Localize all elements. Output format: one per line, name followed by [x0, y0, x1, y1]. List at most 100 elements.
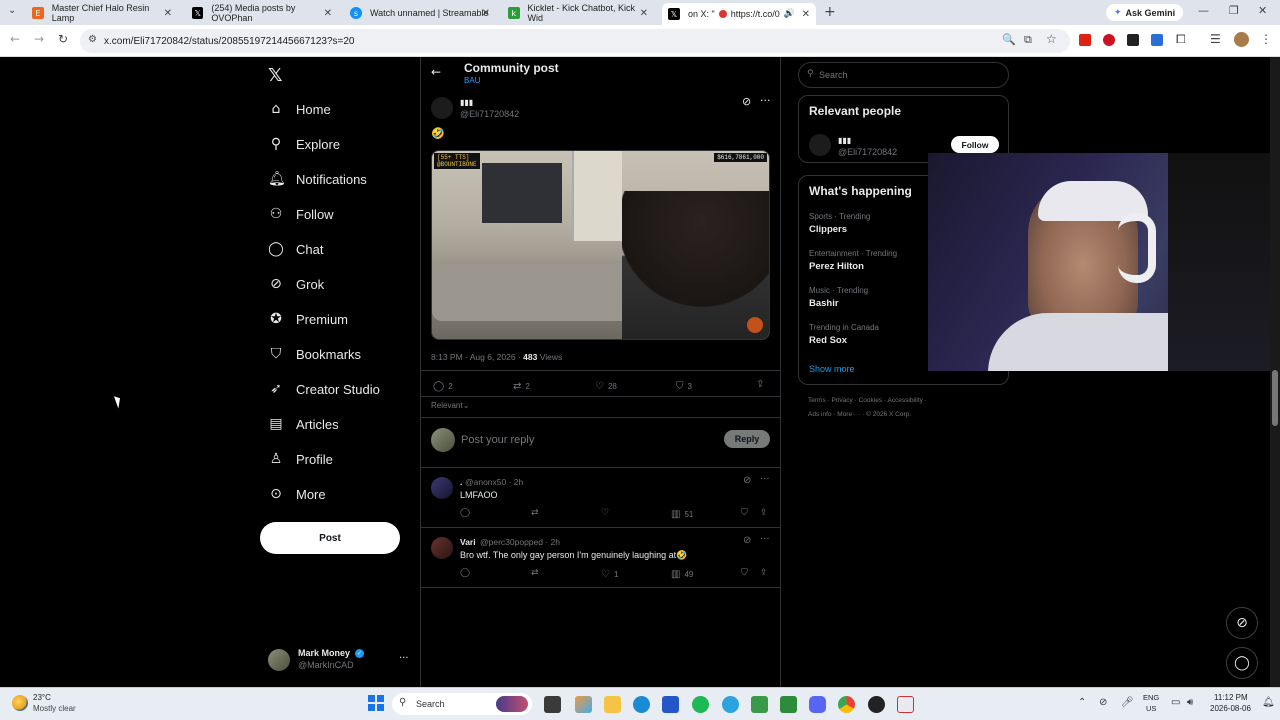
- like-action[interactable]: ♡ 1: [601, 569, 618, 580]
- repost-icon[interactable]: ⇄: [531, 508, 539, 518]
- grok-icon[interactable]: ⊘: [742, 95, 751, 108]
- footer-link[interactable]: Accessibility: [887, 397, 922, 404]
- reply-action[interactable]: ◯ 2: [433, 381, 453, 392]
- share-icon[interactable]: ⇪: [760, 568, 768, 578]
- more-dots-icon[interactable]: ···: [760, 474, 770, 485]
- reload-icon[interactable]: ↻: [58, 32, 68, 46]
- share-icon[interactable]: ⇪: [760, 508, 768, 518]
- more-dots-icon[interactable]: ···: [760, 534, 770, 545]
- nav-grok[interactable]: ⊘ Grok: [268, 272, 324, 296]
- nav-chat[interactable]: ◯ Chat: [268, 237, 323, 261]
- obs-icon[interactable]: [868, 696, 885, 713]
- post-button[interactable]: Post: [260, 522, 400, 554]
- comment-icon[interactable]: ◯: [460, 568, 470, 578]
- account-switcher[interactable]: Mark Money ✓ @MarkInCAD ···: [268, 647, 418, 677]
- volume-icon[interactable]: 🔊︎: [1187, 697, 1193, 708]
- footer-link[interactable]: More ···: [837, 411, 860, 418]
- close-icon[interactable]: ✕: [802, 9, 810, 20]
- bookmark-star-icon[interactable]: ☆: [1046, 32, 1057, 46]
- chrome-icon[interactable]: [838, 696, 855, 713]
- author-handle[interactable]: @Eli71720842: [460, 109, 519, 119]
- chat-float-button[interactable]: ◯: [1226, 647, 1258, 679]
- site-info-icon[interactable]: ⚙: [88, 34, 97, 45]
- file-explorer-icon[interactable]: [604, 696, 621, 713]
- speaker-icon[interactable]: 🔊: [784, 9, 795, 19]
- nav-creator-studio[interactable]: ➶ Creator Studio: [268, 377, 380, 401]
- task-view-icon[interactable]: [544, 696, 561, 713]
- person-name[interactable]: ▮▮▮: [838, 136, 851, 145]
- tab-x-media[interactable]: 𝕏 (254) Media posts by OVOPhan ✕: [186, 3, 338, 23]
- reply-button[interactable]: Reply: [724, 430, 770, 448]
- avatar[interactable]: [431, 97, 453, 119]
- reply-author-handle[interactable]: @anonx50 · 2h: [465, 477, 523, 487]
- x-logo-icon[interactable]: 𝕏: [268, 65, 283, 86]
- language-code[interactable]: ENG: [1143, 693, 1159, 702]
- heart-icon[interactable]: ♡: [601, 508, 609, 518]
- spotify-icon[interactable]: [692, 696, 709, 713]
- sidebar-icon[interactable]: ☰: [1210, 32, 1221, 46]
- trend-item[interactable]: Perez Hilton: [809, 261, 864, 272]
- like-action[interactable]: ♡ 28: [595, 381, 617, 392]
- mic-icon[interactable]: 🎤︎: [1121, 697, 1134, 708]
- reply-author-handle[interactable]: @perc30popped · 2h: [480, 537, 560, 547]
- avatar[interactable]: [431, 477, 453, 499]
- start-button[interactable]: [368, 695, 384, 711]
- nav-premium[interactable]: ✪ Premium: [268, 307, 348, 331]
- nav-follow[interactable]: ⚇ Follow: [268, 202, 334, 226]
- avatar[interactable]: [809, 134, 831, 156]
- show-more-link[interactable]: Show more: [809, 364, 855, 374]
- footer-link[interactable]: Cookies: [859, 397, 882, 404]
- follow-button[interactable]: Follow: [951, 136, 999, 153]
- copilot-icon[interactable]: [575, 696, 592, 713]
- views-action[interactable]: ▥ 49: [671, 569, 693, 580]
- reply-author-name[interactable]: Vari: [460, 537, 476, 547]
- tab-etsy[interactable]: E Master Chief Halo Resin Lamp ✕: [26, 3, 178, 23]
- notification-bell-icon[interactable]: 🔔︎: [1262, 697, 1275, 708]
- extension-icon[interactable]: [1103, 34, 1115, 46]
- sort-dropdown[interactable]: Relevant⌄: [431, 401, 469, 410]
- edge-icon[interactable]: [633, 696, 650, 713]
- author-name[interactable]: ▮▮▮: [460, 98, 473, 107]
- close-icon[interactable]: ✕: [324, 8, 332, 19]
- weather-icon[interactable]: [12, 695, 28, 711]
- forward-icon[interactable]: →: [34, 32, 44, 46]
- tab-streamable[interactable]: s Watch unnamed | Streamable ✕: [344, 3, 496, 23]
- weather-temp[interactable]: 23°C: [33, 693, 51, 702]
- grok-icon[interactable]: ⊘: [743, 475, 751, 486]
- display-icon[interactable]: ▭: [1171, 697, 1180, 708]
- app-icon[interactable]: [662, 696, 679, 713]
- bookmark-action[interactable]: ⛉ 3: [676, 381, 692, 392]
- trend-item[interactable]: Red Sox: [809, 335, 847, 346]
- chevron-up-icon[interactable]: ⌃: [1078, 697, 1086, 708]
- restore-icon[interactable]: ❐: [1229, 4, 1239, 17]
- extensions-puzzle-icon[interactable]: ⧠: [1176, 32, 1186, 47]
- bookmark-icon[interactable]: ⛉: [741, 508, 748, 518]
- extension-icon[interactable]: [1127, 34, 1139, 46]
- tweet-time[interactable]: 8:13 PM · Aug 6, 2026 ·: [431, 352, 523, 362]
- nav-bookmarks[interactable]: ⛉ Bookmarks: [268, 342, 361, 366]
- nav-explore[interactable]: ⚲ Explore: [268, 132, 340, 156]
- comment-icon[interactable]: ◯: [460, 508, 470, 518]
- back-arrow-icon[interactable]: ←: [431, 65, 441, 79]
- repost-action[interactable]: ⇄ 2: [513, 381, 530, 392]
- nav-profile[interactable]: ♙ Profile: [268, 447, 333, 471]
- nav-home[interactable]: ⌂ Home: [268, 97, 331, 121]
- network-icon[interactable]: ⊘: [1099, 697, 1107, 708]
- trend-item[interactable]: Clippers: [809, 224, 847, 235]
- cast-icon[interactable]: ⧉: [1024, 33, 1032, 47]
- reply-author-name[interactable]: .: [460, 477, 462, 487]
- minimize-icon[interactable]: —: [1198, 4, 1209, 17]
- new-tab-button[interactable]: +: [824, 4, 836, 20]
- taskbar-search[interactable]: ⚲ Search: [392, 693, 532, 715]
- zoom-icon[interactable]: 🔍: [1002, 33, 1016, 46]
- trend-item[interactable]: Bashir: [809, 298, 839, 309]
- bookmark-icon[interactable]: ⛉: [741, 568, 748, 578]
- clock-time[interactable]: 11:12 PM: [1214, 693, 1248, 702]
- person-handle[interactable]: @Eli71720842: [838, 147, 897, 157]
- search-input[interactable]: ⚲ Search: [798, 62, 1009, 88]
- url-field[interactable]: ⚙ x.com/Eli71720842/status/2085519721445…: [80, 29, 1070, 53]
- telegram-icon[interactable]: [722, 696, 739, 713]
- grok-icon[interactable]: ⊘: [743, 535, 751, 546]
- clock-date[interactable]: 2026-08-06: [1210, 704, 1251, 713]
- share-icon[interactable]: ⇪: [756, 379, 764, 390]
